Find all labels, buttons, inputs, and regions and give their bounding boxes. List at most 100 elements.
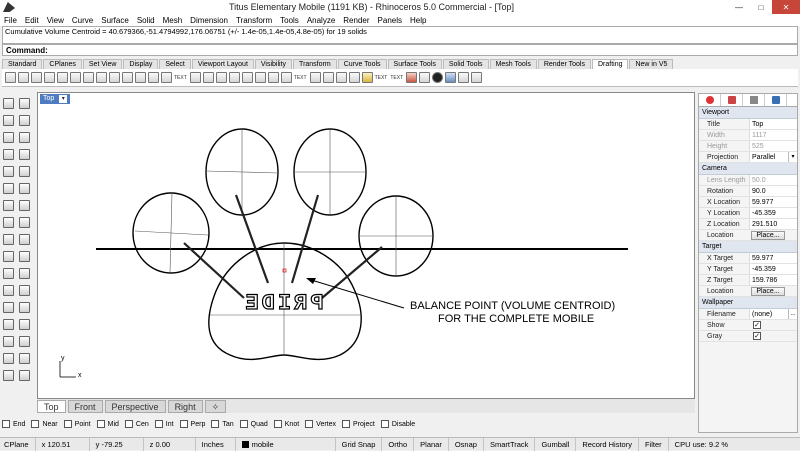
gray-checkbox[interactable]: ✓ [753,332,761,340]
silhouette-icon[interactable] [267,72,279,83]
tab-help[interactable] [765,94,787,106]
osnap-int-checkbox[interactable] [154,420,163,428]
contour-icon[interactable] [241,72,253,83]
add-viewport-tab-icon[interactable]: ✧ [204,399,227,413]
solid-box-icon[interactable] [3,234,14,245]
trim-icon[interactable] [3,319,14,330]
text-tool-label[interactable]: TEXT [174,75,187,81]
osnap-disable-checkbox[interactable] [380,420,389,428]
menu-help[interactable]: Help [410,16,426,25]
radius-dimension-icon[interactable] [122,72,133,83]
group-icon[interactable] [3,353,14,364]
z-target-field[interactable]: 159.786 [749,275,797,285]
split-icon[interactable] [19,319,30,330]
section-viewport[interactable]: Viewport [699,107,797,119]
scale-icon[interactable] [19,285,30,296]
toggle-osnap[interactable]: Osnap [449,437,484,451]
explode-icon[interactable] [19,336,30,347]
explode-text-icon[interactable] [406,72,418,83]
hatch-icon[interactable] [202,72,214,83]
ellipse-icon[interactable] [3,166,14,177]
curve-icon[interactable] [3,132,14,143]
osnap-disable[interactable]: Disable [380,420,415,428]
tab-display[interactable] [743,94,765,106]
folder-icon[interactable] [361,72,373,83]
menu-curve[interactable]: Curve [72,16,93,25]
osnap-mid-checkbox[interactable] [96,420,105,428]
grid-icon[interactable] [471,72,483,83]
y-location-field[interactable]: -45.359 [749,208,797,218]
tab-layers[interactable] [721,94,743,106]
tab-transform[interactable]: Transform [293,59,337,69]
move-icon[interactable] [3,268,14,279]
dimension-edit-icon[interactable] [419,72,431,83]
open-file-icon[interactable] [18,72,29,83]
osnap-end-checkbox[interactable] [2,420,10,428]
menu-transform[interactable]: Transform [236,16,272,25]
tab-solid-tools[interactable]: Solid Tools [442,59,489,69]
tab-properties[interactable] [699,94,721,106]
toggle-record-history[interactable]: Record History [576,437,639,451]
curve-from-object-icon[interactable] [19,183,30,194]
menu-surface[interactable]: Surface [101,16,129,25]
tab-front[interactable]: Front [67,399,103,413]
menu-dimension[interactable]: Dimension [190,16,228,25]
tab-curve-tools[interactable]: Curve Tools [337,59,387,69]
dimension-icon[interactable] [3,370,14,381]
leader-icon[interactable] [161,72,172,83]
section-wallpaper[interactable]: Wallpaper [699,297,797,309]
menu-panels[interactable]: Panels [378,16,402,25]
status-layer[interactable]: mobile [236,437,336,451]
mesh-icon[interactable] [3,251,14,262]
menu-edit[interactable]: Edit [25,16,39,25]
new-file-icon[interactable] [5,72,16,83]
osnap-mid[interactable]: Mid [96,420,119,428]
osnap-int[interactable]: Int [154,420,174,428]
osnap-point-checkbox[interactable] [63,420,72,428]
aligned-dimension-icon[interactable] [83,72,94,83]
y-target-field[interactable]: -45.359 [749,264,797,274]
command-history[interactable]: Cumulative Volume Centroid = 40.679366,-… [2,26,798,44]
toggle-grid-snap[interactable]: Grid Snap [336,437,383,451]
section-icon[interactable] [228,72,240,83]
layout-icon[interactable] [31,72,42,83]
menu-tools[interactable]: Tools [280,16,299,25]
toggle-gumball[interactable]: Gumball [535,437,577,451]
menu-view[interactable]: View [47,16,64,25]
ordinate-dimension-icon[interactable] [109,72,120,83]
section-camera[interactable]: Camera [699,163,797,175]
tab-standard[interactable]: Standard [2,59,43,69]
arc-icon[interactable] [19,149,30,160]
tab-top[interactable]: Top [37,399,66,413]
osnap-vertex[interactable]: Vertex [305,420,336,428]
fillet-icon[interactable] [3,200,14,211]
section-target[interactable]: Target [699,241,797,253]
osnap-perp-checkbox[interactable] [179,420,188,428]
menu-mesh[interactable]: Mesh [163,16,183,25]
tab-display[interactable]: Display [123,59,159,69]
osnap-near[interactable]: Near [31,420,58,428]
rotation-field[interactable]: 90.0 [749,186,797,196]
osnap-tan-checkbox[interactable] [211,420,220,428]
x-location-field[interactable]: 59.977 [749,197,797,207]
osnap-quad[interactable]: Quad [239,420,268,428]
diameter-dimension-icon[interactable] [135,72,146,83]
top-viewport[interactable]: Top ▾ PRIDE BALANCE POINT (VOLUME CENTRO… [37,92,695,399]
osnap-cen[interactable]: Cen [124,420,149,428]
cloud-icon[interactable] [335,72,347,83]
circle-icon[interactable] [3,149,14,160]
menu-file[interactable]: File [4,16,17,25]
offset-icon[interactable] [19,200,30,211]
rotated-dimension-icon[interactable] [96,72,107,83]
boolean-icon[interactable] [19,251,30,262]
annotation-dot-icon[interactable] [309,72,321,83]
analyze-icon[interactable] [19,370,30,381]
ungroup-icon[interactable] [19,353,30,364]
toggle-filter[interactable]: Filter [639,437,669,451]
osnap-perp[interactable]: Perp [179,420,205,428]
text-object-label[interactable]: TEXT [294,75,307,81]
angle-dimension-icon[interactable] [148,72,159,83]
tab-drafting[interactable]: Drafting [591,59,629,69]
camera-place-button[interactable]: Place... [751,231,785,240]
array-icon[interactable] [19,302,30,313]
